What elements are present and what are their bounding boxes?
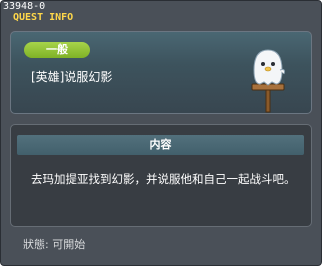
quest-category-badge: 一般: [24, 42, 90, 58]
quest-summary-panel: 一般 [英雄]说服幻影: [10, 31, 312, 114]
ghost-npc-icon: [251, 49, 285, 113]
quest-id-label: 33948-0: [3, 1, 46, 12]
quest-info-window: 33948-0 QUEST INFO 一般 [英雄]说服幻影 内容 去玛加提亚找…: [0, 0, 322, 266]
quest-description: 去玛加提亚找到幻影，并说服他和自己一起战斗吧。: [31, 172, 296, 186]
quest-status-label: 狀態: 可開始: [23, 238, 86, 251]
quest-content-panel: 内容 去玛加提亚找到幻影，并说服他和自己一起战斗吧。: [10, 124, 312, 227]
quest-title: [英雄]说服幻影: [31, 70, 113, 84]
window-title: QUEST INFO: [13, 12, 74, 23]
content-header: 内容: [17, 135, 304, 155]
window-titlebar[interactable]: 33948-0 QUEST INFO: [1, 1, 321, 25]
